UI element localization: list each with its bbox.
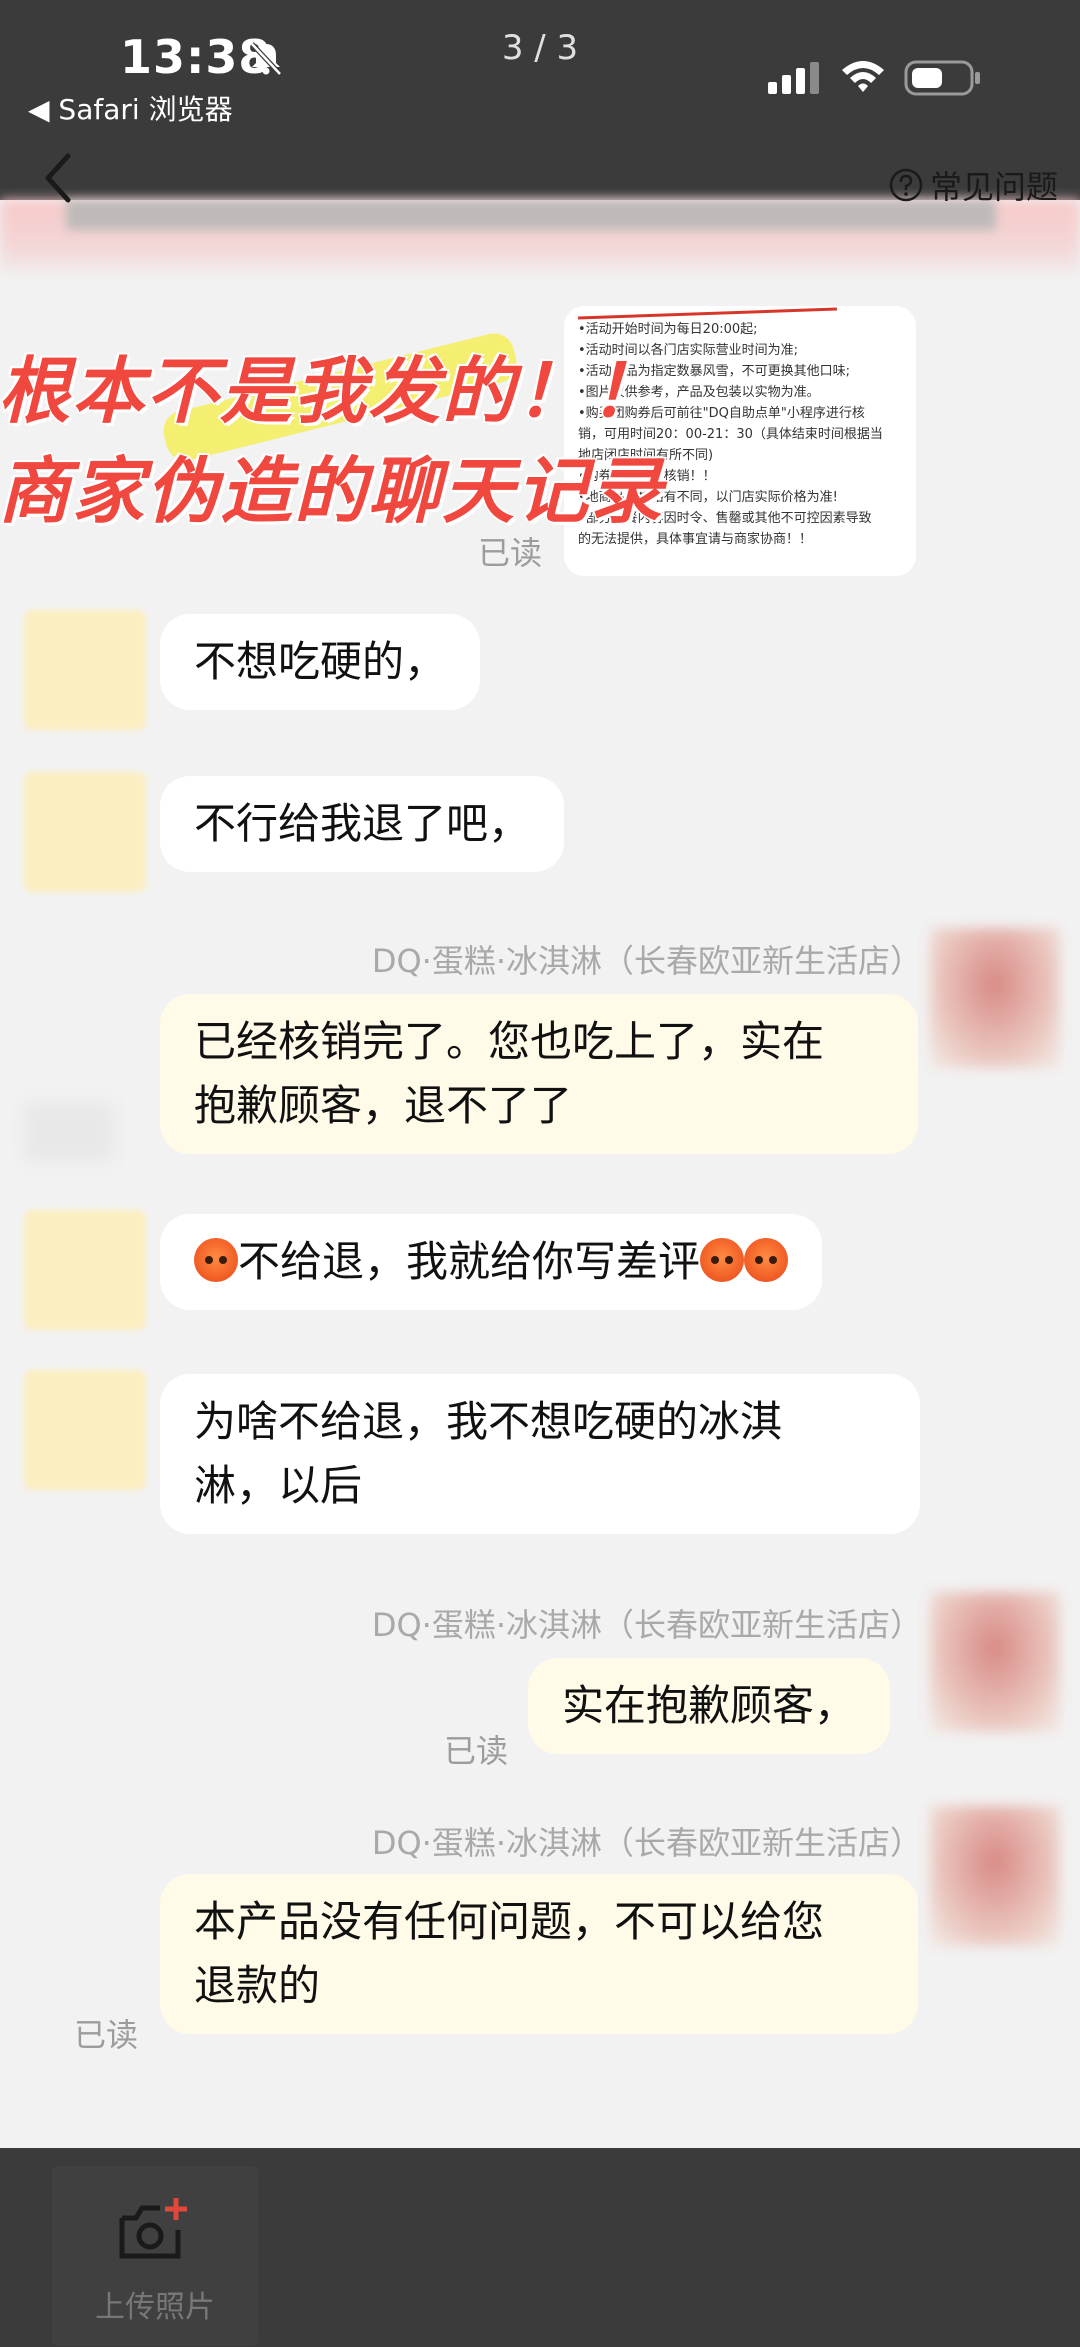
angry-face-emoji-icon [700,1238,745,1282]
back-arrow-icon[interactable] [40,150,76,206]
message-text-line: 为啥不给退，我不想吃硬的冰淇 [194,1397,783,1446]
battery-icon [904,60,980,96]
message-text-line: 退款的 [194,1961,321,2010]
question-circle-icon [889,168,923,202]
read-status: 已读 [74,2016,139,2054]
angry-face-emoji-icon [194,1238,238,1282]
message-text: 不行给我退了吧， [194,799,531,848]
merchant-avatar[interactable] [930,1806,1060,1946]
faq-label: 常见问题 [929,168,1058,206]
chat-area[interactable]: •活动开始时间为每日20:00起; •活动时间以各门店实际营业时间为准; •活动… [0,280,1080,2150]
red-underline-mark [578,307,838,320]
message-text: 实在抱歉顾客， [562,1681,857,1730]
message-text-line: 本产品没有任何问题，不可以给您 [194,1897,825,1946]
user-avatar[interactable] [24,1210,146,1330]
blurred-avatar [24,1102,114,1162]
upload-photo-label: 上传照片 [95,2290,215,2325]
merchant-name: DQ·蛋糕·冰淇淋（长春欧亚新生活店） [371,1824,922,1862]
merchant-avatar[interactable] [930,1592,1060,1732]
message-text: 不想吃硬的， [194,637,447,686]
blurred-header-bar [66,200,996,230]
user-message-bubble[interactable]: 不给退，我就给你写差评 [160,1214,823,1310]
message-text-line: 抱歉顾客，退不了了 [194,1081,573,1130]
message-text: 不给退，我就给你写差评 [238,1237,701,1286]
cellular-signal-icon [768,62,819,94]
merchant-message-bubble[interactable]: 实在抱歉顾客， [528,1658,891,1754]
overlay-annotation-line1: 根本不是我发的！！ [0,348,665,435]
angry-face-emoji-icon [744,1238,789,1282]
wifi-icon [842,61,884,92]
camera-plus-icon [119,2198,187,2259]
overlay-annotation-line2: 商家伪造的聊天记录 [0,448,665,535]
upload-photo-button[interactable]: 上传照片 [52,2166,258,2346]
merchant-message-bubble[interactable]: 本产品没有任何问题，不可以给您 退款的 [160,1874,918,2034]
merchant-name: DQ·蛋糕·冰淇淋（长春欧亚新生活店） [371,942,922,980]
user-message-bubble[interactable]: 不想吃硬的， [160,614,481,710]
user-avatar[interactable] [24,610,146,730]
bottom-toolbar: 上传照片 [0,2148,1080,2347]
user-avatar[interactable] [24,1370,146,1490]
merchant-message-bubble[interactable]: 已经核销完了。您也吃上了，实在 抱歉顾客，退不了了 [160,994,918,1154]
back-to-safari-link[interactable]: ◀ Safari 浏览器 [28,88,233,128]
read-status: 已读 [444,1732,509,1770]
user-message-bubble[interactable]: 为啥不给退，我不想吃硬的冰淇 淋，以后 [160,1374,920,1534]
user-message-bubble[interactable]: 不行给我退了吧， [160,776,565,872]
user-avatar[interactable] [24,772,146,892]
message-text-line: 淋，以后 [194,1461,363,1510]
faq-link[interactable]: 常见问题 [888,162,1058,208]
message-text-line: 已经核销完了。您也吃上了，实在 [194,1017,825,1066]
merchant-avatar[interactable] [930,928,1060,1068]
merchant-name: DQ·蛋糕·冰淇淋（长春欧亚新生活店） [371,1606,922,1644]
